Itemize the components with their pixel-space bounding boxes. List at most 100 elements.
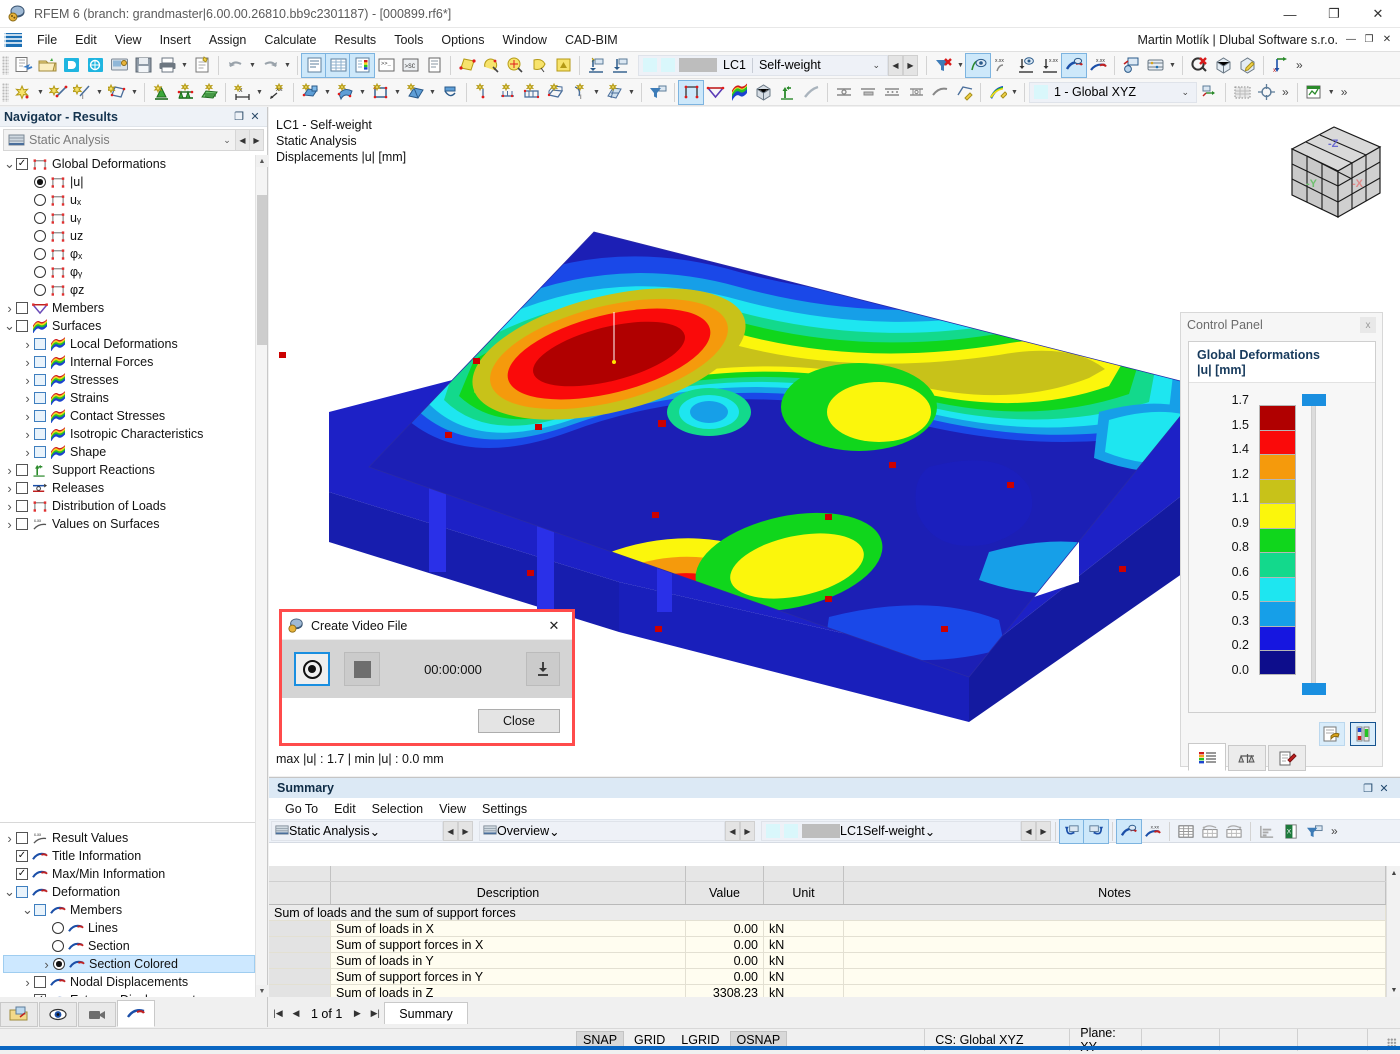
tree-checkbox[interactable]: ✓: [16, 850, 28, 862]
tree-item-support-reactions[interactable]: › Support Reactions: [3, 461, 255, 479]
tree-item-members[interactable]: › Members: [3, 299, 255, 317]
show-result-sections-button[interactable]: [952, 81, 976, 104]
color-scale-band[interactable]: [1259, 650, 1296, 675]
toolbar-overflow-chevron-1[interactable]: »: [1278, 85, 1293, 99]
chevron-down-icon[interactable]: ⌄: [3, 155, 16, 173]
tree-radio[interactable]: [34, 194, 46, 206]
video-save-button[interactable]: [526, 652, 560, 686]
tree-checkbox[interactable]: [16, 886, 28, 898]
show-deformation-button[interactable]: [1061, 52, 1087, 78]
cell-description[interactable]: Sum of loads in Z: [331, 985, 686, 997]
scroll-down-arrow[interactable]: ▼: [1387, 983, 1400, 997]
info-list-button[interactable]: [422, 54, 446, 77]
chevron-right-icon[interactable]: ›: [21, 371, 34, 389]
clear-results-dropdown-caret[interactable]: ▼: [955, 54, 966, 77]
chevron-right-icon[interactable]: ›: [3, 461, 16, 479]
print-dropdown-caret[interactable]: ▼: [179, 54, 190, 77]
cell-notes[interactable]: [844, 937, 1386, 953]
load-case-prev-button[interactable]: ◀: [888, 54, 903, 76]
nodal-load-dropdown-caret[interactable]: ▼: [322, 81, 333, 104]
chevron-right-icon[interactable]: ›: [3, 299, 16, 317]
tree-radio[interactable]: [34, 266, 46, 278]
zoom-all-button[interactable]: [503, 54, 527, 77]
navigator-close-button[interactable]: ✕: [247, 109, 263, 125]
navigator-analysis-combo[interactable]: Static Analysis ⌄ ◀ ▶: [3, 129, 264, 151]
chevron-down-icon[interactable]: ⌄: [1174, 87, 1196, 98]
color-scale-slider-top-handle[interactable]: [1302, 394, 1326, 406]
table-row[interactable]: Sum of loads in Z 3308.23 kN: [269, 985, 1386, 997]
tree-item-surfaces[interactable]: ⌄ Surfaces: [3, 317, 255, 335]
navigator-prev-button[interactable]: ◀: [235, 130, 249, 150]
result-diagram-numeric-button[interactable]: x.xx: [1038, 54, 1062, 77]
tree-item-shape[interactable]: › Shape: [3, 443, 255, 461]
navigator-scrollbar[interactable]: ▲ ▼: [255, 155, 268, 997]
result-diagram-down-button[interactable]: [1014, 54, 1038, 77]
col-header-value[interactable]: Value: [686, 882, 764, 904]
chevron-down-icon[interactable]: ⌄: [219, 135, 235, 146]
panel-colorscale-button[interactable]: [1350, 722, 1376, 746]
menu-cad-bim[interactable]: CAD-BIM: [556, 30, 627, 50]
toolbar-overflow-chevron-2[interactable]: »: [1337, 85, 1352, 99]
table-delete-row-button[interactable]: [1222, 820, 1246, 843]
tree-item-internal-forces[interactable]: › Internal Forces: [3, 353, 255, 371]
redo-button[interactable]: [258, 54, 282, 77]
cp-tab-factors[interactable]: [1228, 745, 1266, 771]
menu-insert[interactable]: Insert: [151, 30, 200, 50]
summary-menu-selection[interactable]: Selection: [364, 800, 431, 818]
chevron-down-icon[interactable]: ⌄: [865, 60, 887, 71]
table-row[interactable]: Sum of support forces in Y 0.00 kN: [269, 969, 1386, 985]
summary-menu-view[interactable]: View: [431, 800, 474, 818]
tree-checkbox[interactable]: [34, 410, 46, 422]
tree-item-stresses[interactable]: › Stresses: [3, 371, 255, 389]
tree-item-[interactable]: φᴢ: [3, 281, 255, 299]
toolbar-overflow-chevron[interactable]: »: [1292, 58, 1307, 72]
tree-item-[interactable]: φₓ: [3, 245, 255, 263]
color-scale-band[interactable]: [1259, 625, 1296, 650]
summary-menu-settings[interactable]: Settings: [474, 800, 535, 818]
cell-description[interactable]: Sum of support forces in Y: [331, 969, 686, 985]
pager-first-button[interactable]: |◀: [269, 1002, 287, 1024]
col-header-description[interactable]: Description: [331, 882, 686, 904]
mesh-line-button[interactable]: [495, 81, 519, 104]
new-nodal-support-button[interactable]: [149, 81, 173, 104]
tree-item-values-on-surfaces[interactable]: › x.xx Values on Surfaces: [3, 515, 255, 533]
tree-item-lines[interactable]: Lines: [3, 919, 255, 937]
cell-value[interactable]: 0.00: [686, 921, 764, 937]
show-line-hinges-button[interactable]: [832, 81, 856, 104]
printout-report-button[interactable]: [190, 54, 214, 77]
cell-index[interactable]: [269, 921, 331, 937]
surface-load-button[interactable]: [368, 81, 392, 104]
view-3d-button[interactable]: [1211, 54, 1235, 77]
tree-checkbox[interactable]: [34, 374, 46, 386]
show-members-button[interactable]: [703, 81, 727, 104]
deformation-values-button[interactable]: x.xx: [1086, 54, 1110, 77]
tree-radio[interactable]: [52, 922, 64, 934]
tree-item-section-colored[interactable]: › Section Colored: [3, 955, 255, 973]
tree-item-nodal-displacements[interactable]: › Nodal Displacements: [3, 973, 255, 991]
tree-checkbox[interactable]: [16, 482, 28, 494]
video-stop-button[interactable]: [344, 652, 380, 686]
table-row[interactable]: Sum of loads in X 0.00 kN: [269, 921, 1386, 937]
color-scale-band[interactable]: [1259, 454, 1296, 479]
col-header-notes[interactable]: Notes: [844, 882, 1386, 904]
tree-radio[interactable]: [34, 212, 46, 224]
navigator-float-button[interactable]: ❐: [231, 109, 247, 125]
video-close-button[interactable]: Close: [478, 708, 560, 733]
tree-item-u[interactable]: uᵧ: [3, 209, 255, 227]
tree-checkbox[interactable]: [16, 518, 28, 530]
pager-prev-button[interactable]: ◀: [287, 1002, 305, 1024]
navigator-tree-bottom[interactable]: › x.xx Result Values ✓ Title Information ✓ Max…: [3, 829, 255, 997]
summary-menu-goto[interactable]: Go To: [277, 800, 326, 818]
summary-close-button[interactable]: ✕: [1376, 780, 1392, 796]
color-scale-slider-bottom-handle[interactable]: [1302, 683, 1326, 695]
colors-dropdown-caret[interactable]: ▼: [1009, 81, 1020, 104]
navigator-next-button[interactable]: ▶: [249, 130, 263, 150]
cell-description[interactable]: Sum of loads in X: [331, 921, 686, 937]
result-settings-button[interactable]: [1119, 54, 1143, 77]
table-show-deformation-button[interactable]: [1116, 818, 1142, 844]
tree-item-isotropic-characteristics[interactable]: › Isotropic Characteristics: [3, 425, 255, 443]
dlubal-center-button[interactable]: [59, 54, 83, 77]
video-record-button[interactable]: [294, 652, 330, 686]
dlubal-network-button[interactable]: [83, 54, 107, 77]
color-scale-slider-track[interactable]: [1311, 401, 1316, 691]
